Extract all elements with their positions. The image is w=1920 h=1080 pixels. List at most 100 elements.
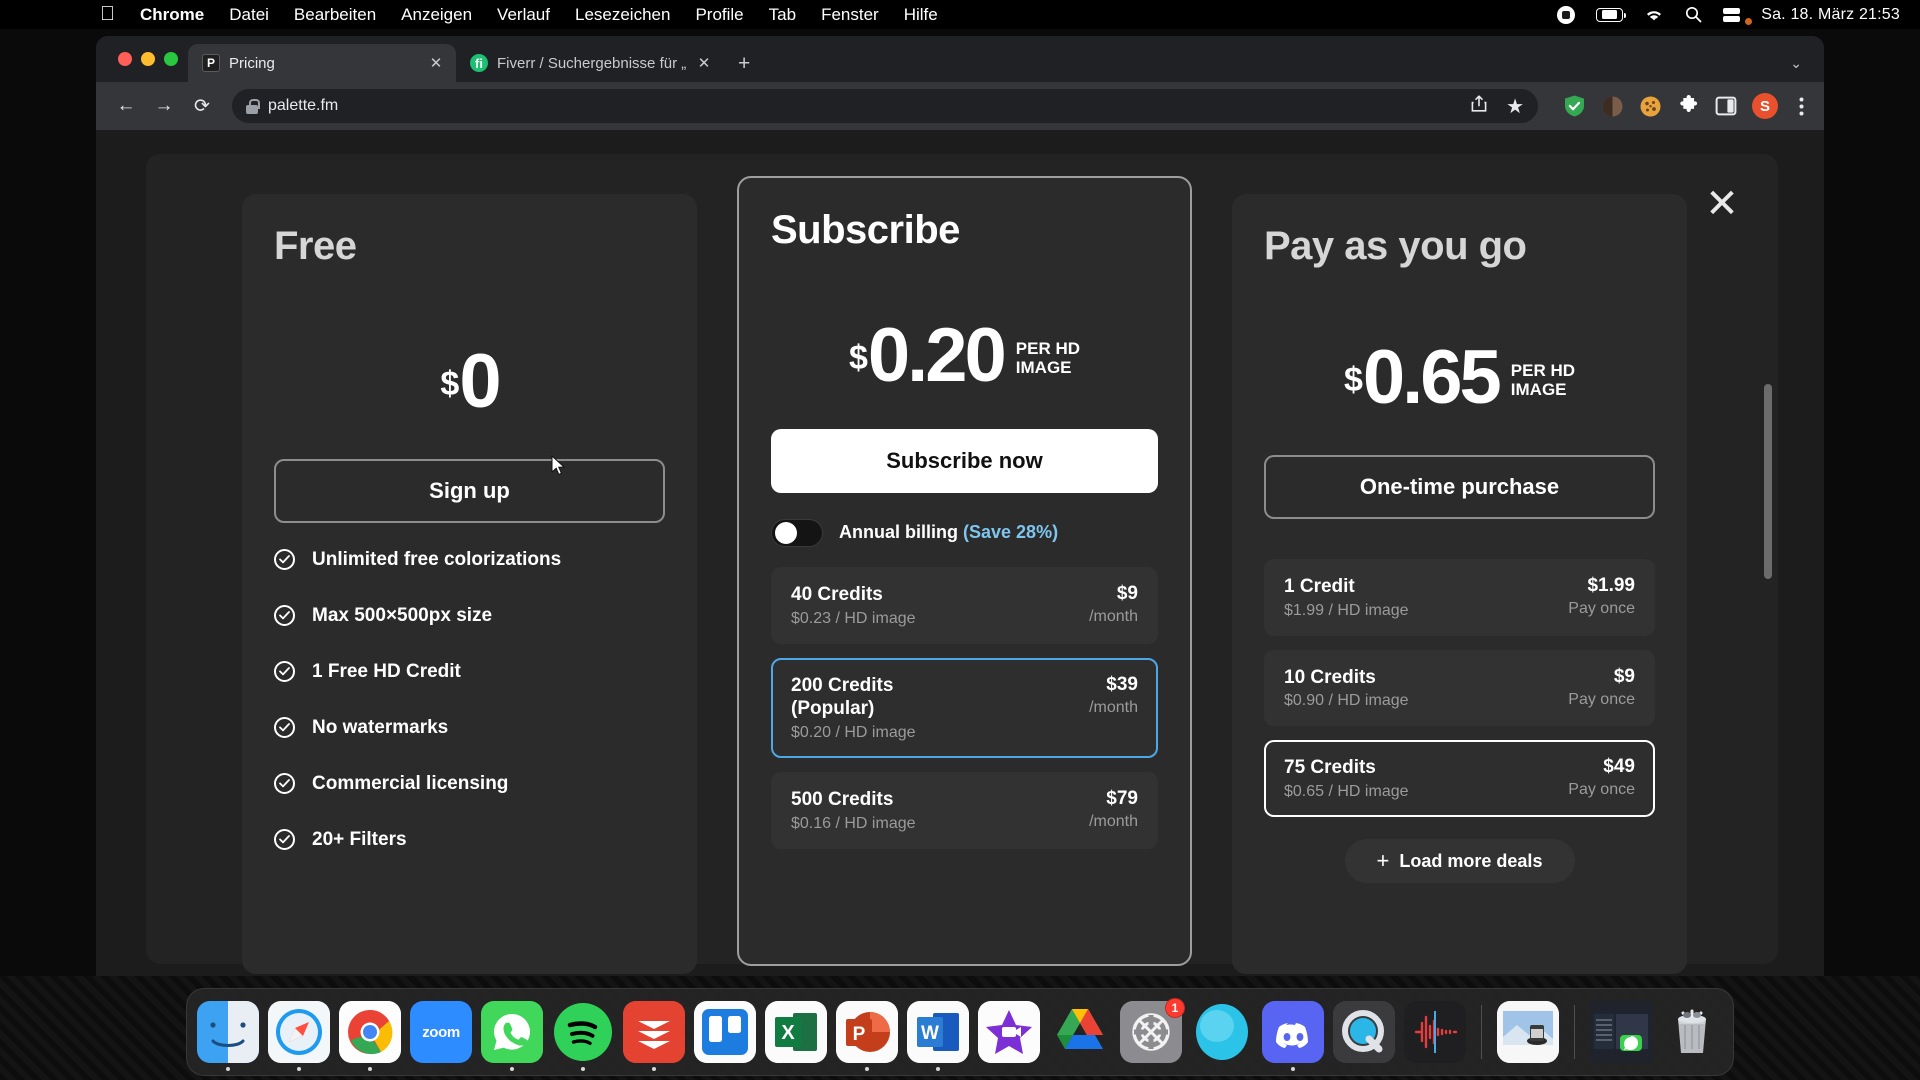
plan-period: Pay once (1568, 690, 1635, 708)
dock-item-todoist[interactable] (623, 1001, 685, 1071)
minimize-window-button[interactable] (141, 52, 155, 66)
plan-period: /month (1089, 813, 1138, 831)
control-center-icon[interactable] (1723, 7, 1753, 25)
mouse-cursor (551, 455, 566, 476)
tab-pricing[interactable]: P Pricing ✕ (188, 44, 456, 82)
dock-item-blue-sphere-app[interactable] (1191, 1001, 1253, 1063)
load-more-deals-button[interactable]: + Load more deals (1344, 839, 1575, 884)
battery-icon[interactable] (1596, 7, 1627, 22)
plan-unit-price: $0.23 / HD image (791, 609, 916, 627)
tab-search-chevron-down-icon[interactable]: ⌄ (1790, 55, 1802, 72)
annual-billing-toggle[interactable] (771, 518, 823, 547)
search-icon[interactable] (1685, 6, 1702, 23)
address-bar[interactable]: palette.fm ★ (232, 89, 1538, 123)
sign-up-button[interactable]: Sign up (274, 458, 665, 523)
one-time-purchase-button[interactable]: One-time purchase (1264, 454, 1655, 519)
cookie-icon[interactable] (1638, 94, 1662, 118)
menu-item-fenster[interactable]: Fenster (821, 5, 879, 25)
plan-period: Pay once (1568, 781, 1635, 799)
puzzle-icon[interactable] (1676, 94, 1700, 118)
plan-option[interactable]: 10 Credits $0.90 / HD image $9 Pay once (1264, 649, 1655, 727)
dock-item-audio-waveform-app[interactable] (1404, 1001, 1466, 1063)
dock-item-system-settings[interactable]: 1 (1120, 998, 1185, 1063)
menu-item-profile[interactable]: Profile (695, 5, 743, 25)
menu-item-lesezeichen[interactable]: Lesezeichen (575, 5, 670, 25)
forward-button[interactable]: → (148, 90, 180, 122)
close-window-button[interactable] (118, 52, 132, 66)
menu-bar-clock[interactable]: Sa. 18. März 21:53 (1761, 6, 1900, 24)
dock-item-whatsapp-window-preview[interactable] (1590, 1001, 1652, 1063)
bookmark-star-icon[interactable]: ★ (1506, 94, 1524, 119)
plan-option[interactable]: 500 Credits $0.16 / HD image $79 /month (771, 772, 1158, 849)
menu-item-anzeigen[interactable]: Anzeigen (401, 5, 472, 25)
wifi-icon[interactable] (1644, 7, 1664, 22)
plan-unit-price: $1.99 / HD image (1284, 601, 1409, 619)
dock-item-finder[interactable] (197, 1001, 259, 1071)
menu-item-bearbeiten[interactable]: Bearbeiten (294, 5, 376, 25)
tab-strip: P Pricing ✕ fi Fiverr / Suchergebnisse f… (96, 36, 1824, 82)
chrome-menu-button[interactable] (1792, 97, 1810, 116)
close-tab-icon[interactable]: ✕ (695, 54, 713, 72)
dock-item-trello[interactable] (694, 1001, 756, 1063)
menu-item-tab[interactable]: Tab (769, 5, 796, 25)
plan-option[interactable]: 40 Credits $0.23 / HD image $9 /month (771, 566, 1158, 644)
screen-recording-icon[interactable] (1557, 5, 1576, 24)
desktop-screen:  Chrome Datei Bearbeiten Anzeigen Verla… (0, 0, 1920, 1080)
check-icon (274, 661, 295, 683)
plan-option-selected[interactable]: 200 Credits (Popular) $0.20 / HD image $… (771, 657, 1158, 759)
page-scrollbar[interactable] (1764, 384, 1772, 579)
svg-text:P: P (853, 1024, 866, 1045)
maximize-window-button[interactable] (164, 52, 178, 66)
feature-label: No watermarks (312, 716, 449, 738)
share-icon[interactable] (1470, 94, 1488, 118)
dock-item-discord[interactable] (1262, 1001, 1324, 1071)
menu-item-hilfe[interactable]: Hilfe (904, 5, 938, 25)
svg-text:X: X (781, 1022, 795, 1044)
plan-price: $39 (1106, 673, 1138, 695)
plan-unit-price: $0.16 / HD image (791, 814, 916, 832)
dock-item-chrome[interactable] (339, 1001, 401, 1071)
plan-unit-price: $0.65 / HD image (1284, 783, 1409, 801)
dock-item-excel[interactable]: X (765, 1001, 827, 1063)
dock-item-powerpoint[interactable]: P (836, 1001, 898, 1071)
close-icon[interactable]: ✕ (1702, 184, 1742, 226)
plan-period: /month (1089, 698, 1138, 716)
side-panel-icon[interactable] (1714, 94, 1738, 118)
new-tab-button[interactable]: + (738, 53, 750, 74)
annual-billing-row: Annual billing (Save 28%) (771, 518, 1158, 547)
window-traffic-lights (110, 36, 188, 82)
plan-option-selected[interactable]: 75 Credits $0.65 / HD image $49 Pay once (1264, 740, 1655, 818)
dock-item-preview-photo[interactable] (1497, 1001, 1559, 1063)
back-button[interactable]: ← (110, 90, 142, 122)
dock-item-quicktime[interactable] (1333, 1001, 1395, 1063)
subscribe-now-button[interactable]: Subscribe now (771, 428, 1158, 493)
feature-item: Max 500×500px size (274, 605, 665, 627)
mac-menu-bar:  Chrome Datei Bearbeiten Anzeigen Verla… (0, 0, 1920, 29)
profile-avatar[interactable]: S (1752, 93, 1778, 119)
dock-item-imovie[interactable] (978, 1001, 1040, 1063)
pricing-card-subscribe: Subscribe $ 0.20 PER HD IMAGE Subscribe … (737, 176, 1192, 966)
subscribe-plan-list: 40 Credits $0.23 / HD image $9 /month 20… (771, 566, 1158, 849)
pricing-card-free: Free $ 0 Sign up Unlimited free coloriza… (242, 194, 697, 974)
tab-fiverr[interactable]: fi Fiverr / Suchergebnisse für „bl ✕ (456, 44, 724, 82)
menu-item-chrome[interactable]: Chrome (140, 5, 204, 25)
apple-logo-icon[interactable]:  (100, 4, 115, 24)
card-title: Subscribe (771, 208, 960, 252)
lock-icon[interactable] (246, 98, 260, 114)
dock-item-whatsapp[interactable] (481, 1001, 543, 1071)
close-tab-icon[interactable]: ✕ (427, 54, 445, 72)
plan-name: 10 Credits (1284, 666, 1376, 688)
menu-item-verlauf[interactable]: Verlauf (497, 5, 550, 25)
dock-item-spotify[interactable] (552, 1001, 614, 1071)
dock-item-trash[interactable] (1661, 1001, 1723, 1063)
reload-button[interactable]: ⟳ (186, 90, 218, 122)
dock-item-safari[interactable] (268, 1001, 330, 1071)
dock-item-zoom[interactable]: zoom (410, 1001, 472, 1063)
dark-reader-icon[interactable] (1600, 94, 1624, 118)
dock-item-google-drive[interactable] (1049, 1001, 1111, 1063)
plan-name: 40 Credits (791, 583, 883, 605)
menu-item-datei[interactable]: Datei (229, 5, 269, 25)
dock-item-word[interactable]: W (907, 1001, 969, 1071)
shield-icon[interactable] (1562, 94, 1586, 118)
plan-option[interactable]: 1 Credit $1.99 / HD image $1.99 Pay once (1264, 558, 1655, 636)
